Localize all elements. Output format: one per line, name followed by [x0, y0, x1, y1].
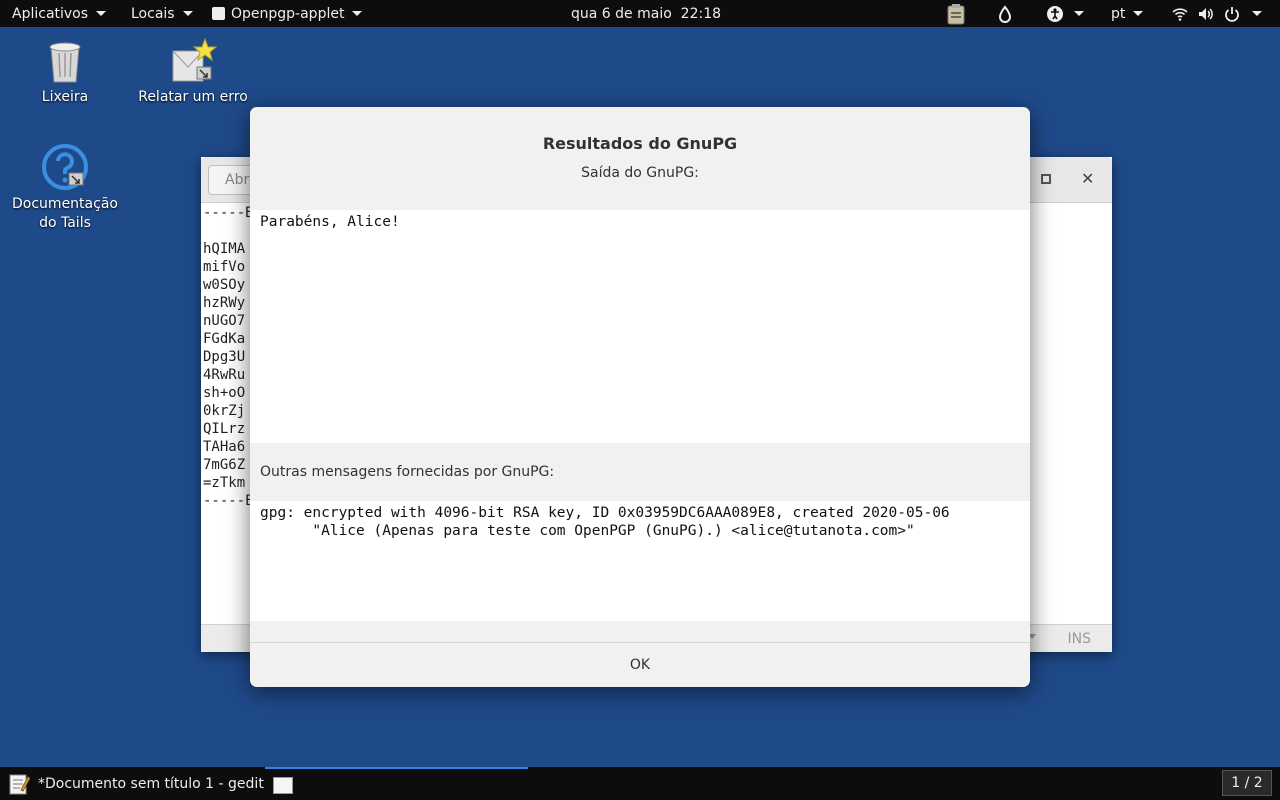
report-bug-label: Relatar um erro — [138, 89, 248, 105]
chevron-down-icon — [352, 11, 363, 16]
dialog-subtitle: Saída do GnuPG: — [581, 165, 699, 181]
wifi-icon — [1172, 7, 1188, 21]
applet-label: Openpgp-applet — [231, 5, 345, 22]
tor-onion-icon[interactable] — [997, 3, 1013, 24]
taskbar-gedit-window[interactable]: *Documento sem título 1 - gedit — [8, 767, 264, 800]
workspace-label: 1 / 2 — [1231, 775, 1263, 791]
applet-menu[interactable]: Openpgp-applet — [212, 0, 363, 27]
places-menu[interactable]: Locais — [131, 0, 193, 27]
gnupg-output-text[interactable]: Parabéns, Alice! — [250, 210, 1030, 443]
desktop-report-bug[interactable]: Relatar um erro — [128, 37, 258, 105]
ok-button-label: OK — [629, 657, 651, 673]
maximize-button[interactable] — [1041, 174, 1051, 184]
chevron-down-icon — [1133, 11, 1144, 16]
language-label: pt — [1111, 5, 1126, 22]
taskbar-dialog-window[interactable] — [265, 767, 528, 800]
text-editor-icon — [9, 774, 30, 794]
trash-label: Lixeira — [41, 89, 89, 105]
report-bug-icon — [169, 37, 218, 85]
chevron-down-icon — [96, 11, 107, 16]
dialog-title: Resultados do GnuPG — [542, 134, 738, 153]
chevron-down-icon — [1252, 11, 1262, 16]
applications-label: Aplicativos — [12, 5, 89, 22]
gnupg-messages-text[interactable]: gpg: encrypted with 4096-bit RSA key, ID… — [250, 501, 1030, 621]
applications-menu[interactable]: Aplicativos — [12, 0, 107, 27]
taskbar-window-title: *Documento sem título 1 - gedit — [38, 775, 264, 792]
bottom-panel: *Documento sem título 1 - gedit 1 / 2 — [0, 767, 1280, 800]
chevron-down-icon — [182, 11, 193, 16]
accessibility-icon — [1047, 5, 1063, 22]
ok-button[interactable]: OK — [250, 643, 1030, 687]
clipboard-icon — [212, 7, 225, 20]
tails-docs-label: Documentação do Tails — [12, 196, 118, 231]
insert-mode-indicator: INS — [1067, 631, 1092, 647]
close-button[interactable]: ✕ — [1081, 169, 1094, 188]
chevron-down-icon — [1074, 11, 1084, 16]
places-label: Locais — [131, 5, 175, 22]
accessibility-menu[interactable] — [1046, 3, 1084, 24]
clock[interactable]: qua 6 de maio 22:18 — [571, 0, 721, 27]
desktop-trash[interactable]: Lixeira — [0, 37, 130, 105]
help-icon — [41, 143, 89, 191]
volume-icon — [1199, 7, 1213, 20]
gnupg-results-dialog: Resultados do GnuPG Saída do GnuPG: Para… — [250, 107, 1030, 687]
window-icon — [273, 777, 293, 794]
openpgp-clipboard-icon[interactable] — [946, 3, 966, 24]
other-messages-label: Outras mensagens fornecidas por GnuPG: — [260, 464, 555, 480]
power-icon — [1225, 6, 1239, 22]
language-menu[interactable]: pt — [1111, 0, 1144, 27]
system-menu[interactable] — [1172, 3, 1262, 24]
clock-label: qua 6 de maio 22:18 — [571, 5, 722, 22]
workspace-switcher[interactable]: 1 / 2 — [1222, 770, 1272, 796]
trash-icon — [41, 37, 89, 85]
desktop-tails-docs[interactable]: Documentação do Tails — [0, 143, 130, 233]
top-panel: Aplicativos Locais Openpgp-applet qua 6 … — [0, 0, 1280, 27]
